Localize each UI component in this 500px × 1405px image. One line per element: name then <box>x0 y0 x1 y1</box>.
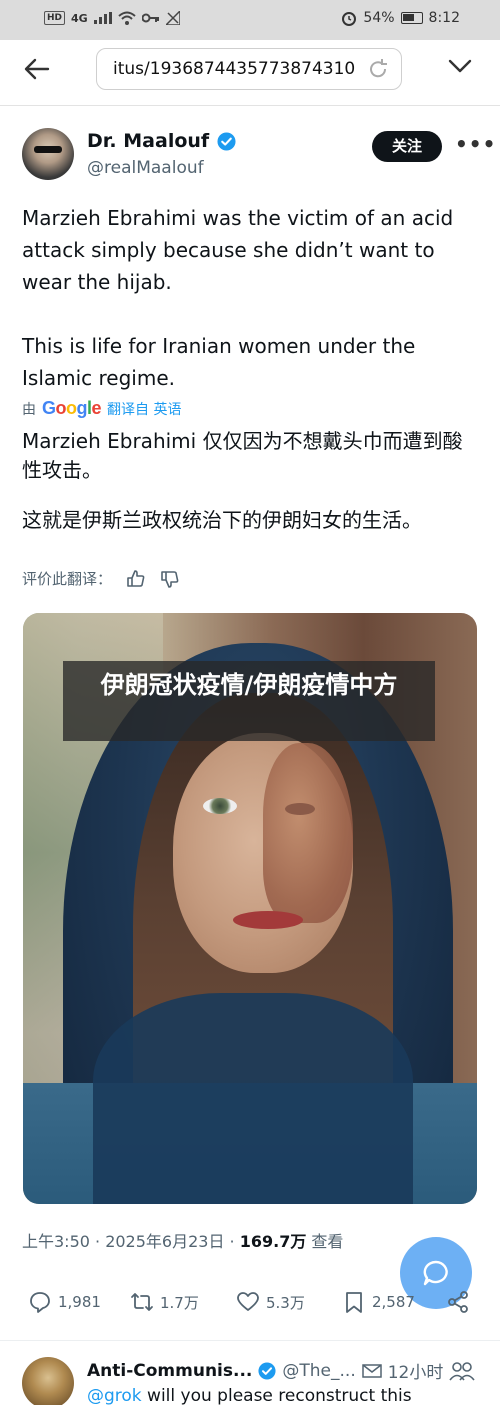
retweet-icon <box>131 1293 153 1311</box>
reply-body: will you please reconstruct this <box>141 1386 412 1405</box>
overlay-caption: 伊朗冠状疫情/伊朗疫情中方 <box>63 661 435 741</box>
like-action[interactable]: 5.3万 <box>236 1290 305 1314</box>
heart-icon <box>237 1292 259 1311</box>
tweet-timestamp: 上午3:50 · 2025年6月23日 · <box>22 1232 240 1251</box>
translation-paragraph-2: 这就是伊斯兰政权统治下的伊朗妇女的生活。 <box>22 508 422 532</box>
reply-author-handle[interactable]: @The_... <box>282 1361 355 1381</box>
status-left: HD 4G <box>44 11 180 25</box>
alarm-icon <box>342 12 357 26</box>
verified-badge-icon <box>258 1361 276 1380</box>
share-icon <box>448 1291 468 1313</box>
divider <box>0 1340 500 1341</box>
author-name-row[interactable]: Dr. Maalouf <box>87 130 236 152</box>
retweet-count: 1.7万 <box>160 1293 199 1312</box>
tweet-text-paragraph-1: Marzieh Ebrahimi was the victim of an ac… <box>22 206 454 294</box>
thumbs-up-icon[interactable] <box>126 569 146 589</box>
view-count: 169.7万 <box>239 1232 307 1251</box>
reply-header: Anti-Communis... @The_... 12小时 <box>87 1358 476 1383</box>
photo-left-eye <box>203 798 237 814</box>
bookmark-icon <box>346 1292 362 1313</box>
more-options-icon[interactable]: ••• <box>455 132 496 156</box>
address-bar[interactable]: itus/1936874435773874310 <box>96 48 402 90</box>
like-count: 5.3万 <box>266 1293 305 1312</box>
chevron-down-icon[interactable] <box>446 52 476 82</box>
chat-bubble-icon <box>423 1260 448 1286</box>
browser-toolbar: itus/1936874435773874310 <box>0 40 500 106</box>
reply-time: 12小时 <box>387 1363 444 1383</box>
rate-translation-row: 评价此翻译： <box>22 568 180 589</box>
signal-icon <box>93 12 112 24</box>
clock: 8:12 <box>428 10 460 26</box>
translated-by-prefix: 由 <box>22 401 36 418</box>
verified-badge-icon <box>217 131 236 151</box>
share-action[interactable] <box>446 1290 470 1314</box>
reply-icon <box>30 1292 50 1313</box>
tweet-meta: 上午3:50 · 2025年6月23日 · 169.7万 查看 <box>22 1228 343 1252</box>
reply-action[interactable]: 1,981 <box>28 1290 101 1314</box>
translation-paragraph-1: Marzieh Ebrahimi 仅仅因为不想戴头巾而遭到酸性攻击。 <box>22 429 463 482</box>
back-button[interactable] <box>22 54 56 88</box>
rate-translation-label: 评价此翻译： <box>22 570 113 588</box>
mail-icon <box>361 1363 382 1378</box>
network-badge: 4G <box>71 11 88 25</box>
photo-scarred-area <box>263 743 353 923</box>
photo-right-eye <box>285 803 315 815</box>
wifi-icon <box>118 11 136 25</box>
photo-lips <box>233 911 303 929</box>
tweet-text-paragraph-2: This is life for Iranian women under the… <box>22 334 416 390</box>
author-name[interactable]: Dr. Maalouf <box>87 130 209 152</box>
author-handle[interactable]: @realMaalouf <box>87 158 204 178</box>
arrow-left-icon <box>24 58 50 80</box>
no-signal-icon <box>165 11 180 25</box>
reply-avatar[interactable] <box>22 1357 74 1405</box>
bookmark-count: 2,587 <box>372 1293 415 1311</box>
translated-from-link[interactable]: 翻译自 英语 <box>107 399 181 419</box>
refresh-icon[interactable] <box>367 58 389 85</box>
status-right: 54% 8:12 <box>341 10 460 26</box>
key-icon <box>141 13 159 23</box>
tweet-actions: 1,981 1.7万 5.3万 2,587 <box>0 1290 500 1330</box>
hd-badge: HD <box>44 11 66 25</box>
reply-mention[interactable]: @grok <box>87 1386 142 1405</box>
google-logo: Google <box>42 398 102 418</box>
reply-author-name[interactable]: Anti-Communis... <box>87 1361 252 1381</box>
follow-button[interactable]: 关注 <box>372 131 442 162</box>
battery-icon <box>400 12 423 24</box>
retweet-action[interactable]: 1.7万 <box>130 1290 199 1314</box>
translated-by-row: 由 Google 翻译自 英语 <box>22 398 182 419</box>
url-text: itus/1936874435773874310 <box>113 59 356 79</box>
reply-text: @grok will you please reconstruct this <box>87 1386 412 1405</box>
thumbs-down-icon[interactable] <box>160 569 180 589</box>
status-bar: HD 4G 54% 8:12 <box>0 0 500 40</box>
bookmark-action[interactable]: 2,587 <box>342 1290 415 1314</box>
battery-percent: 54% <box>363 10 395 26</box>
people-icon[interactable] <box>449 1361 476 1381</box>
reply-count: 1,981 <box>58 1293 101 1311</box>
author-avatar[interactable] <box>22 128 74 180</box>
view-label: 查看 <box>306 1232 344 1251</box>
photo-scarf-front <box>93 993 413 1204</box>
